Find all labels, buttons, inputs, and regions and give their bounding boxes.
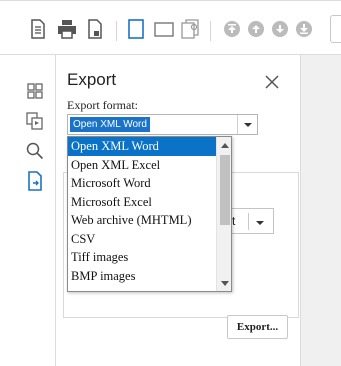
single-page-icon[interactable] — [124, 17, 148, 41]
settings-select-value: t — [232, 214, 236, 228]
export-button[interactable]: Export... — [227, 315, 288, 339]
dropdown-option[interactable]: Open XML Word — [68, 137, 216, 156]
previous-page-icon[interactable] — [244, 17, 268, 41]
page-setup-icon[interactable] — [83, 17, 107, 41]
bookmarks-icon[interactable] — [24, 110, 46, 132]
dropdown-option[interactable]: Microsoft Word — [68, 174, 216, 193]
chevron-down-icon[interactable] — [237, 115, 257, 134]
chevron-down-icon[interactable] — [252, 215, 268, 229]
scroll-down-icon[interactable] — [221, 281, 229, 287]
next-page-icon[interactable] — [268, 17, 292, 41]
scroll-up-icon[interactable] — [221, 142, 229, 148]
toolbar — [0, 1, 341, 55]
multipage-icon[interactable] — [178, 17, 202, 41]
dropdown-list: Open XML Word Open XML Excel Microsoft Wor… — [68, 137, 216, 285]
export-format-dropdown[interactable]: Open XML Word Open XML Excel Microsoft Wor… — [67, 136, 232, 292]
select-divider — [248, 213, 249, 230]
dropdown-option[interactable]: Open XML Excel — [68, 156, 216, 175]
dropdown-option[interactable]: BMP images — [68, 267, 216, 286]
dropdown-option[interactable]: Tiff images — [68, 248, 216, 267]
last-page-icon[interactable] — [292, 17, 316, 41]
panel-title: Export — [67, 70, 117, 89]
dropdown-scrollbar[interactable] — [216, 137, 231, 291]
first-page-icon[interactable] — [220, 17, 244, 41]
thumbnails-icon[interactable] — [24, 80, 46, 102]
toolbar-separator — [210, 21, 211, 41]
print-icon[interactable] — [55, 17, 79, 41]
document-viewer-area[interactable] — [300, 55, 341, 366]
document-icon[interactable] — [26, 17, 50, 41]
export-format-label: Export format: — [67, 98, 138, 112]
scrollbar-thumb[interactable] — [220, 155, 230, 225]
page-number-input[interactable] — [330, 15, 341, 43]
close-icon[interactable] — [263, 73, 281, 91]
dropdown-option[interactable]: Web archive (MHTML) — [68, 211, 216, 230]
search-icon[interactable] — [24, 140, 46, 162]
dropdown-option[interactable]: Microsoft Excel — [68, 193, 216, 212]
export-format-select[interactable]: Open XML Word — [67, 114, 258, 135]
toolbar-separator — [116, 21, 117, 41]
side-rail — [0, 55, 56, 366]
two-page-icon[interactable] — [152, 17, 176, 41]
selected-format-value: Open XML Word — [70, 117, 150, 132]
export-icon[interactable] — [24, 170, 46, 192]
dropdown-option[interactable]: CSV — [68, 230, 216, 249]
